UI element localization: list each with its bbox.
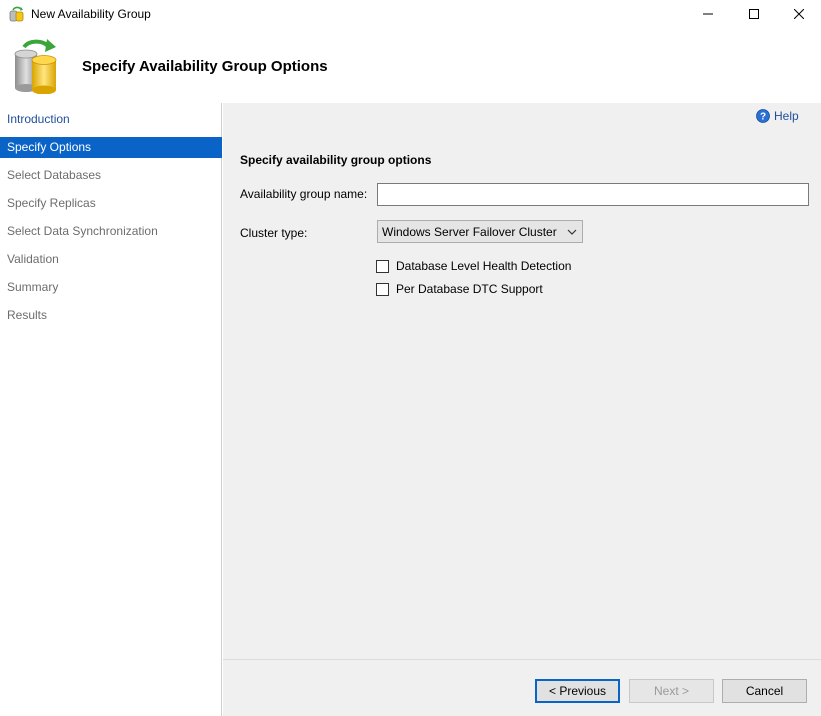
database-health-detection-label: Database Level Health Detection [396, 259, 572, 273]
nav-item-validation: Validation [7, 252, 59, 266]
close-button[interactable] [776, 0, 821, 28]
database-health-detection-checkbox[interactable] [376, 259, 389, 273]
chevron-down-icon [567, 229, 577, 235]
wizard-button-bar: < Previous Next > Cancel [223, 659, 821, 716]
help-icon: ? [756, 109, 770, 123]
nav-item-introduction[interactable]: Introduction [0, 109, 222, 130]
wizard-header: Specify Availability Group Options [0, 28, 821, 103]
cluster-type-value: Windows Server Failover Cluster [382, 224, 557, 239]
svg-text:?: ? [760, 112, 766, 123]
maximize-icon [749, 9, 759, 19]
cancel-button[interactable]: Cancel [722, 679, 807, 703]
per-database-dtc-option[interactable]: Per Database DTC Support [376, 282, 543, 296]
nav-item-specify-replicas: Specify Replicas [7, 196, 96, 210]
nav-item-select-data-synchronization: Select Data Synchronization [7, 224, 158, 238]
nav-item-select-databases: Select Databases [7, 168, 102, 182]
previous-button[interactable]: < Previous [535, 679, 620, 703]
help-link[interactable]: ? Help [756, 109, 799, 123]
availability-group-name-input[interactable] [377, 183, 809, 206]
help-label: Help [774, 109, 799, 123]
nav-item-summary: Summary [7, 280, 59, 294]
title-bar: New Availability Group [0, 0, 821, 28]
cluster-type-label: Cluster type: [240, 226, 308, 240]
database-health-detection-option[interactable]: Database Level Health Detection [376, 259, 571, 273]
database-sync-icon [14, 39, 57, 94]
per-database-dtc-checkbox[interactable] [376, 282, 389, 296]
options-panel: ? Help Specify availability group option… [223, 103, 821, 659]
cluster-type-select[interactable]: Windows Server Failover Cluster [377, 220, 583, 243]
nav-item-results: Results [7, 308, 48, 322]
window-title: New Availability Group [31, 7, 151, 21]
nav-item-specify-options[interactable]: Specify Options [0, 137, 222, 158]
wizard-step-nav: Introduction Specify Options Select Data… [0, 103, 222, 716]
maximize-button[interactable] [731, 0, 777, 28]
availability-group-app-icon [9, 6, 24, 22]
minimize-icon [703, 13, 713, 15]
minimize-button[interactable] [685, 0, 731, 28]
availability-group-name-label: Availability group name: [240, 187, 368, 201]
next-button[interactable]: Next > [629, 679, 714, 703]
section-title: Specify availability group options [240, 153, 432, 167]
close-icon [794, 9, 804, 19]
page-title: Specify Availability Group Options [82, 58, 328, 75]
per-database-dtc-label: Per Database DTC Support [396, 282, 543, 296]
